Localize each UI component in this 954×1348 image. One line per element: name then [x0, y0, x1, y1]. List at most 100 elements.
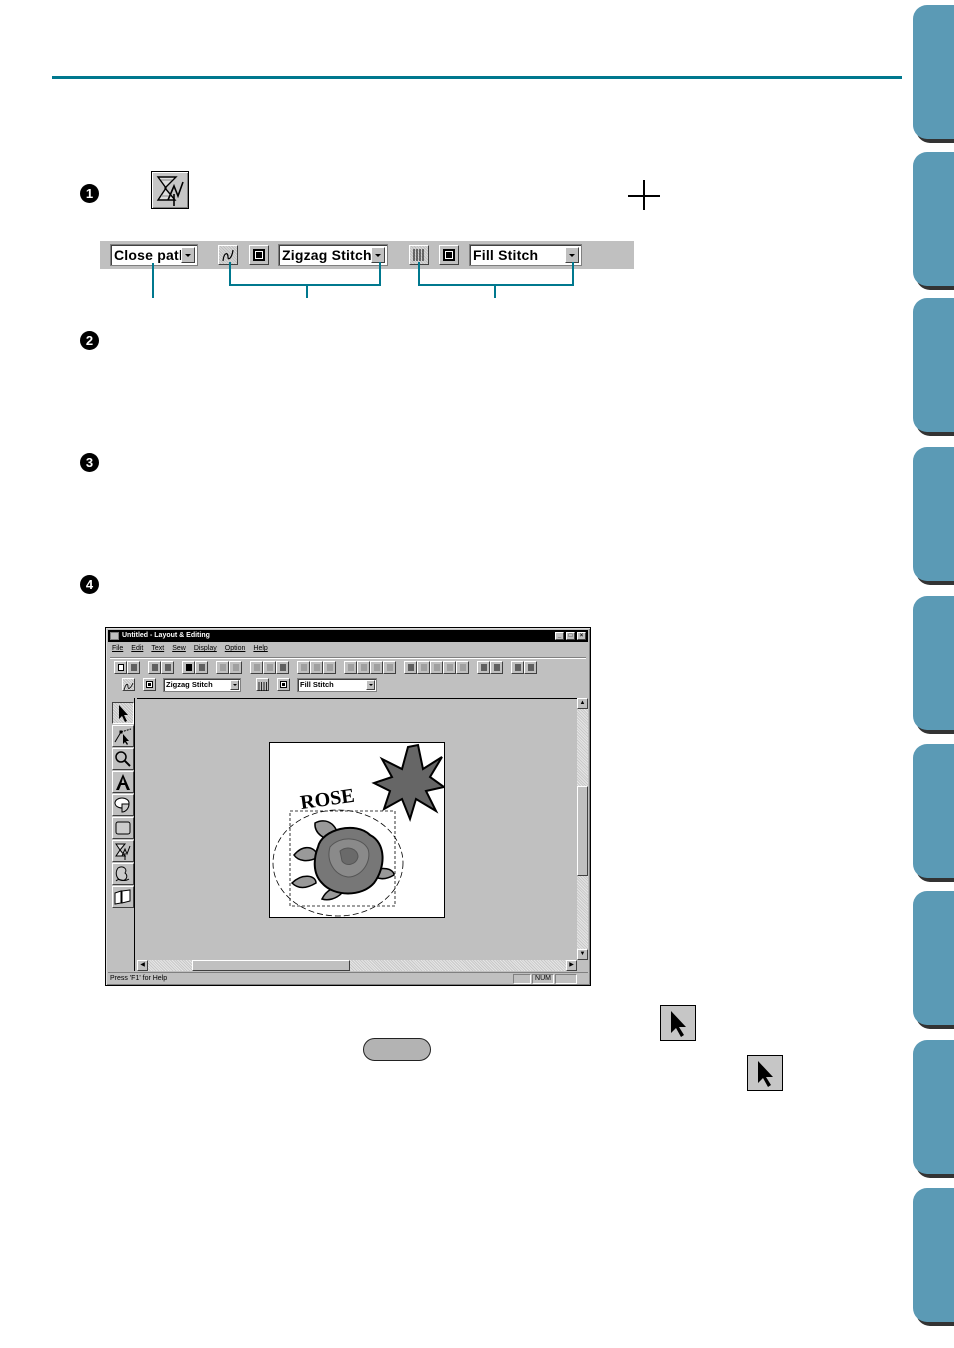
region-stitch-select[interactable]: Fill Stitch — [297, 678, 377, 692]
open-icon[interactable] — [127, 661, 140, 674]
line-stitch-icon — [123, 682, 134, 691]
callout-line-path-mode — [152, 263, 154, 298]
brush-tool[interactable] — [112, 863, 134, 885]
line-color-button[interactable] — [249, 245, 269, 265]
region-stitch-select[interactable]: Fill Stitch — [469, 244, 582, 266]
region-color-button[interactable] — [277, 678, 290, 691]
redo-icon[interactable] — [229, 661, 242, 674]
design-canvas[interactable]: ROSE — [137, 698, 577, 960]
window-title: Untitled - Layout & Editing — [122, 632, 210, 639]
copy-icon[interactable] — [263, 661, 276, 674]
text-path-icon[interactable] — [456, 661, 469, 674]
text-transform-icon[interactable] — [430, 661, 443, 674]
chevron-down-icon[interactable] — [371, 247, 385, 263]
callout-bracket-line-sew — [306, 285, 308, 298]
step-number-2: 2 — [80, 331, 99, 350]
side-tab-7[interactable] — [913, 891, 954, 1025]
side-tab-9[interactable] — [913, 1188, 954, 1322]
design-page: ROSE — [269, 742, 447, 918]
preview-icon[interactable] — [511, 661, 524, 674]
menu-edit[interactable]: Edit — [131, 643, 143, 655]
sewing-order-icon[interactable] — [490, 661, 503, 674]
horizontal-scroll-thumb[interactable] — [192, 960, 350, 971]
save-icon[interactable] — [182, 661, 195, 674]
side-tab-1[interactable] — [913, 5, 954, 139]
menu-file[interactable]: File — [112, 643, 123, 655]
text-attribute-icon[interactable] — [404, 661, 417, 674]
maximize-button[interactable]: □ — [566, 632, 575, 640]
side-tab-3[interactable] — [913, 298, 954, 432]
path-mode-select[interactable]: Close path — [110, 244, 198, 266]
ungroup-icon[interactable] — [357, 661, 370, 674]
outline-tool-icon — [115, 843, 131, 860]
callout-bracket-line-sew — [379, 262, 381, 286]
text-tool[interactable] — [112, 771, 134, 793]
outline-tool-button — [151, 171, 189, 209]
menu-display[interactable]: Display — [194, 643, 217, 655]
cut-icon[interactable] — [250, 661, 263, 674]
scroll-right-button[interactable]: ▶ — [566, 960, 577, 971]
line-sew-toggle[interactable] — [122, 678, 135, 691]
line-stitch-value: Zigzag Stitch — [166, 680, 213, 689]
vertical-scroll-thumb[interactable] — [577, 786, 588, 876]
side-tab-6[interactable] — [913, 744, 954, 878]
app-icon — [110, 632, 119, 640]
rectangle-tool[interactable] — [112, 817, 134, 839]
group-icon[interactable] — [344, 661, 357, 674]
point-edit-tool[interactable] — [112, 725, 134, 747]
outline-tool[interactable] — [112, 840, 134, 862]
zoom-tool[interactable] — [112, 748, 134, 770]
sew-attribute-icon[interactable] — [477, 661, 490, 674]
menu-sew[interactable]: Sew — [172, 643, 186, 655]
realistic-preview-icon[interactable] — [524, 661, 537, 674]
callout-bracket-line-sew — [229, 262, 231, 286]
thread-spool-icon — [443, 249, 455, 261]
side-tab-2[interactable] — [913, 152, 954, 286]
step-number-4: 4 — [80, 575, 99, 594]
minimize-button[interactable]: _ — [555, 632, 564, 640]
scroll-up-button[interactable]: ▲ — [577, 698, 588, 709]
text-fit-icon[interactable] — [417, 661, 430, 674]
menu-text[interactable]: Text — [151, 643, 164, 655]
region-color-button[interactable] — [439, 245, 459, 265]
menu-help[interactable]: Help — [253, 643, 267, 655]
horizontal-scrollbar[interactable]: ◀ ▶ — [137, 960, 577, 971]
side-tab-4[interactable] — [913, 447, 954, 581]
side-tab-5[interactable] — [913, 596, 954, 730]
step-number-3: 3 — [80, 453, 99, 472]
shape-tool[interactable] — [112, 794, 134, 816]
save-as-icon[interactable] — [195, 661, 208, 674]
line-stitch-select[interactable]: Zigzag Stitch — [163, 678, 241, 692]
select-tool[interactable] — [112, 702, 134, 724]
menu-option[interactable]: Option — [225, 643, 246, 655]
close-button[interactable]: × — [577, 632, 586, 640]
line-stitch-select[interactable]: Zigzag Stitch — [278, 244, 388, 266]
scroll-left-button[interactable]: ◀ — [137, 960, 148, 971]
paste-icon[interactable] — [276, 661, 289, 674]
region-sew-toggle[interactable] — [256, 678, 269, 691]
text-arc-icon[interactable] — [443, 661, 456, 674]
new-icon[interactable] — [114, 661, 127, 674]
status-indicator-scroll — [555, 974, 577, 984]
import-image-tool[interactable] — [112, 886, 134, 908]
undo-icon[interactable] — [216, 661, 229, 674]
rotate-icon[interactable] — [323, 661, 336, 674]
import-from-card-icon[interactable] — [161, 661, 174, 674]
chevron-down-icon[interactable] — [181, 247, 195, 263]
chevron-down-icon[interactable] — [230, 680, 239, 690]
mirror-icon[interactable] — [297, 661, 310, 674]
flip-icon[interactable] — [310, 661, 323, 674]
back-icon[interactable] — [383, 661, 396, 674]
line-sew-toggle[interactable] — [218, 245, 238, 265]
chevron-down-icon[interactable] — [565, 247, 579, 263]
front-icon[interactable] — [370, 661, 383, 674]
scroll-down-button[interactable]: ▼ — [577, 949, 588, 960]
chevron-down-icon[interactable] — [366, 680, 375, 690]
callout-bracket-region-sew — [418, 262, 420, 286]
line-color-button[interactable] — [143, 678, 156, 691]
import-icon[interactable] — [148, 661, 161, 674]
select-arrow-icon — [671, 1011, 686, 1037]
magnifier-icon — [115, 751, 131, 767]
vertical-scrollbar[interactable]: ▲ ▼ — [577, 698, 588, 960]
side-tab-8[interactable] — [913, 1040, 954, 1174]
